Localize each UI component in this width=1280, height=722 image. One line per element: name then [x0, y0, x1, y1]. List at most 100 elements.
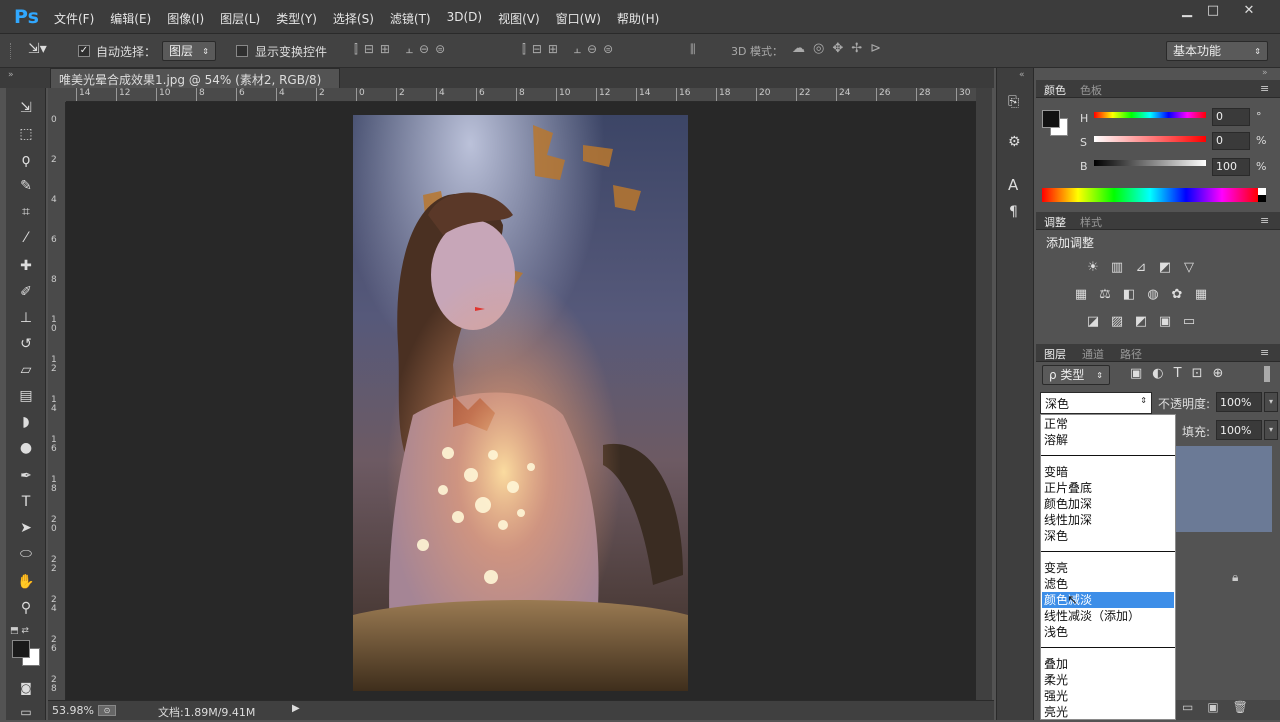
shape-tool-icon[interactable]: ⬭	[15, 544, 37, 564]
blend-option[interactable]: 深色	[1044, 528, 1068, 544]
tab-layers[interactable]: 图层	[1044, 346, 1066, 362]
hand-tool-icon[interactable]: ✋	[15, 572, 37, 592]
h-value[interactable]: 0	[1212, 108, 1250, 126]
path-select-tool-icon[interactable]: ➤	[15, 518, 37, 538]
posterize-icon[interactable]: ▨	[1108, 314, 1126, 330]
history-brush-tool-icon[interactable]: ↺	[15, 334, 37, 354]
gradient-map-icon[interactable]: ▭	[1180, 314, 1198, 330]
blend-option[interactable]: 颜色加深	[1044, 496, 1092, 512]
zoom-level[interactable]: 53.98%	[52, 704, 94, 717]
healing-brush-tool-icon[interactable]: ✚	[15, 256, 37, 276]
s-value[interactable]: 0	[1212, 132, 1250, 150]
menu-window[interactable]: 窗口(W)	[556, 10, 601, 27]
quick-select-tool-icon[interactable]: ✎	[15, 176, 37, 196]
menu-layer[interactable]: 图层(L)	[220, 10, 260, 27]
vertical-scrollbar[interactable]	[976, 88, 992, 700]
tab-swatches[interactable]: 色板	[1080, 82, 1102, 98]
tab-adjustments[interactable]: 调整	[1044, 214, 1066, 230]
marquee-tool-icon[interactable]: ⬚	[15, 124, 37, 144]
paragraph-panel-icon[interactable]: ¶	[1009, 204, 1018, 220]
curves-icon[interactable]: ⊿	[1132, 260, 1150, 276]
auto-align-icon[interactable]: ⫼	[690, 42, 696, 57]
channel-mixer-icon[interactable]: ✿	[1168, 287, 1186, 303]
exposure-icon[interactable]: ◩	[1156, 260, 1174, 276]
maximize-button[interactable]: □	[1196, 2, 1230, 22]
menu-select[interactable]: 选择(S)	[333, 10, 374, 27]
menu-type[interactable]: 类型(Y)	[276, 10, 317, 27]
vertical-ruler[interactable]: 0 2 4 6 8 1 0 1 2 1 4 1 6 1 8 2 0 2 2 2 4 2 6 2 8	[48, 102, 66, 700]
eyedropper-tool-icon[interactable]: ⁄	[15, 228, 37, 248]
foreground-color-swatch[interactable]	[12, 640, 30, 658]
dodge-tool-icon[interactable]: ●	[15, 438, 37, 458]
menu-view[interactable]: 视图(V)	[498, 10, 540, 27]
blend-option[interactable]: 浅色	[1044, 624, 1068, 640]
blend-option[interactable]: 滤色	[1044, 576, 1068, 592]
3d-mode-icons[interactable]: ☁◎✥✢⊳	[792, 41, 889, 56]
layer-row-selected[interactable]	[1176, 446, 1272, 532]
character-panel-icon[interactable]: A	[1008, 176, 1018, 194]
s-slider[interactable]	[1094, 136, 1206, 142]
quick-mask-icon[interactable]: ◙	[15, 678, 37, 698]
blur-tool-icon[interactable]: ◗	[15, 412, 37, 432]
panel-menu-icon[interactable]: ≡	[1260, 214, 1269, 227]
black-white-icon[interactable]: ◧	[1120, 287, 1138, 303]
layers-footer-icons[interactable]: ▭▣🗑︎	[1176, 700, 1280, 720]
selective-color-icon[interactable]: ▣	[1156, 314, 1174, 330]
tab-channels[interactable]: 通道	[1082, 346, 1104, 362]
type-tool-icon[interactable]: T	[15, 492, 37, 512]
move-tool-preset-icon[interactable]: ⇲▾	[28, 41, 47, 57]
opacity-input[interactable]: 100%	[1216, 392, 1262, 412]
blend-option[interactable]: 强光	[1044, 688, 1068, 704]
b-slider[interactable]	[1094, 160, 1206, 166]
menu-3d[interactable]: 3D(D)	[447, 10, 482, 27]
document-tab[interactable]: 唯美光晕合成效果1.jpg @ 54% (素材2, RGB/8) * ✕	[50, 68, 340, 102]
auto-select-checkbox[interactable]: ✓	[78, 45, 90, 57]
pen-tool-icon[interactable]: ✒	[15, 466, 37, 486]
close-window-button[interactable]: ✕	[1232, 2, 1266, 22]
tab-styles[interactable]: 样式	[1080, 214, 1102, 230]
history-panel-icon[interactable]: ⎘	[1008, 94, 1019, 110]
menu-edit[interactable]: 编辑(E)	[110, 10, 151, 27]
properties-panel-icon[interactable]: ⚙	[1008, 134, 1021, 150]
screen-mode-icon[interactable]: ▭	[15, 702, 37, 722]
align-icons[interactable]: ⫿⊟⊞ ⫠⊖⊜	[354, 42, 451, 57]
threshold-icon[interactable]: ◩	[1132, 314, 1150, 330]
photo-filter-icon[interactable]: ◍	[1144, 287, 1162, 303]
blend-option[interactable]: 变亮	[1044, 560, 1068, 576]
panel-menu-icon[interactable]: ≡	[1260, 82, 1269, 95]
blend-option[interactable]: 线性加深	[1044, 512, 1092, 528]
invert-icon[interactable]: ◪	[1084, 314, 1102, 330]
menu-help[interactable]: 帮助(H)	[617, 10, 659, 27]
levels-icon[interactable]: ▥	[1108, 260, 1126, 276]
layer-filter-icons[interactable]: ▣◐T⊡⊕	[1130, 366, 1233, 381]
panels-collapse-icon[interactable]: »	[1262, 68, 1280, 78]
zoom-tool-icon[interactable]: ⚲	[15, 598, 37, 618]
brush-tool-icon[interactable]: ✐	[15, 282, 37, 302]
document-image[interactable]	[353, 115, 688, 691]
filter-toggle[interactable]	[1264, 366, 1270, 382]
auto-select-dropdown[interactable]: 图层 ⇕	[162, 41, 216, 61]
h-slider[interactable]	[1094, 112, 1206, 118]
tab-color[interactable]: 颜色	[1044, 82, 1066, 98]
lasso-tool-icon[interactable]: ϙ	[15, 150, 37, 170]
color-balance-icon[interactable]: ⚖	[1096, 287, 1114, 303]
move-tool-icon[interactable]: ⇲	[15, 98, 37, 118]
blend-option[interactable]: 线性减淡（添加）	[1044, 608, 1140, 624]
blend-option[interactable]: 叠加	[1044, 656, 1068, 672]
blend-mode-dropdown[interactable]: 深色 ⇕	[1040, 392, 1152, 414]
gradient-tool-icon[interactable]: ▤	[15, 386, 37, 406]
strip-collapse-icon[interactable]: «	[1019, 70, 1025, 80]
menu-filter[interactable]: 滤镜(T)	[390, 10, 431, 27]
vibrance-icon[interactable]: ▽	[1180, 260, 1198, 276]
fill-input[interactable]: 100%	[1216, 420, 1262, 440]
layer-filter-dropdown[interactable]: ρ 类型 ⇕	[1042, 365, 1110, 385]
eraser-tool-icon[interactable]: ▱	[15, 360, 37, 380]
blend-option[interactable]: 亮光	[1044, 704, 1068, 720]
horizontal-ruler[interactable]: 14 12 10 8 6 4 2 0 2 4 6 8 10 12 14 16 18 20 22 24 26 28 30	[66, 88, 976, 102]
brightness-icon[interactable]: ☀	[1084, 260, 1102, 276]
clone-stamp-tool-icon[interactable]: ⊥	[15, 308, 37, 328]
crop-tool-icon[interactable]: ⌗	[15, 202, 37, 222]
opacity-arrow-icon[interactable]: ▾	[1264, 392, 1278, 412]
workspace-dropdown[interactable]: 基本功能 ⇕	[1166, 41, 1268, 61]
blend-option[interactable]: 柔光	[1044, 672, 1068, 688]
